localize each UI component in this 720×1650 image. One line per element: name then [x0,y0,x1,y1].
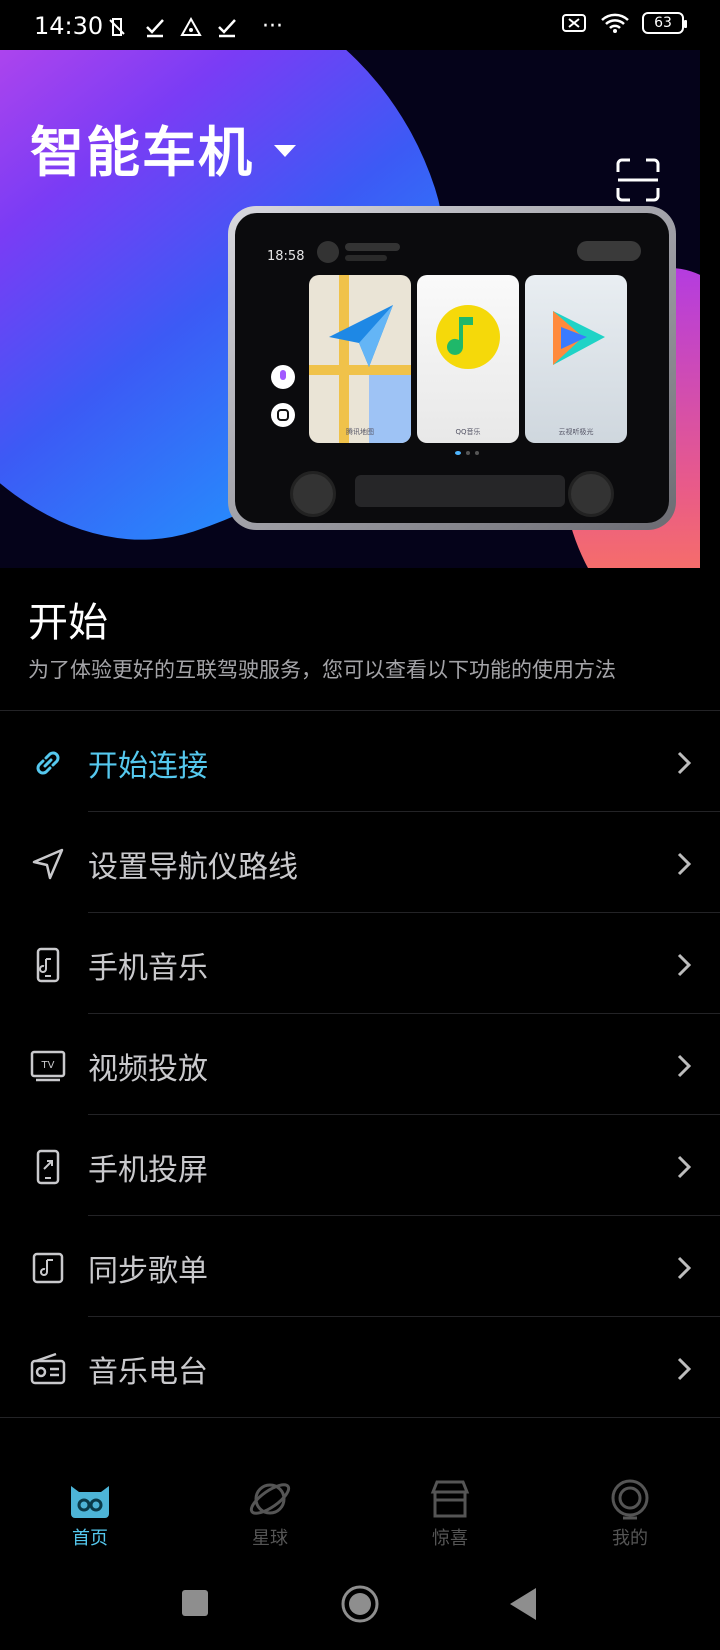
menu-item-sync-playlist[interactable]: 同步歌单 [0,1216,720,1317]
more-notifications-icon: ··· [262,14,283,39]
menu-item-music-radio[interactable]: 音乐电台 [0,1317,720,1418]
tab-planet[interactable]: 星球 [200,1464,340,1550]
page-title: 智能车机 [30,121,254,184]
battery-icon: 63 [642,12,687,34]
tv-icon: TV [30,1050,66,1082]
climate-knob-right [568,471,614,517]
system-navigation-bar [0,1570,720,1650]
menu-item-label: 同步歌单 [88,1254,208,1289]
warning-triangle-icon [180,16,202,36]
check-icon [218,18,236,37]
radio-icon [30,1352,66,1385]
menu-item-label: 视频投放 [88,1052,208,1087]
menu-item-label: 开始连接 [88,749,208,784]
app-label: 云视听极光 [558,428,594,436]
tab-surprise[interactable]: 惊喜 [380,1464,520,1550]
menu-item-phone-music[interactable]: 手机音乐 [0,913,720,1014]
phone-music-icon [36,947,60,983]
chevron-right-icon [677,1357,692,1381]
home-square-icon [271,403,295,427]
chevron-right-icon [677,751,692,775]
profile-icon [611,1479,649,1520]
tab-home[interactable]: 首页 [20,1464,160,1550]
wifi-icon [601,13,629,33]
navigation-arrow-icon [32,848,64,880]
svg-text:TV: TV [41,1060,55,1071]
tab-label: 惊喜 [432,1528,468,1549]
app-card-map: 腾讯地图 [309,275,411,443]
car-display-time: 18:58 [267,249,305,264]
chevron-right-icon [677,953,692,977]
tab-label: 星球 [252,1528,288,1549]
chevron-right-icon [677,852,692,876]
app-card-video: 云视听极光 [525,275,627,443]
vibrate-off-icon [109,17,125,36]
tab-profile[interactable]: 我的 [560,1464,700,1550]
check-icon [146,18,164,37]
menu-item-video-cast[interactable]: TV 视频投放 [0,1014,720,1115]
home-face-icon [71,1486,109,1518]
planet-icon [249,1483,291,1515]
app-card-music: QQ音乐 [417,275,519,443]
car-display-illustration: 18:58 腾讯地图 QQ音乐 云视听极光 [228,206,676,530]
menu-item-navigation-route[interactable]: 设置导航仪路线 [0,812,720,913]
feature-list: 开始连接 设置导航仪路线 手机音乐 TV 视频投放 手机投屏 同步歌单 音乐电台 [0,711,720,1418]
sim-off-icon [562,14,586,32]
dropdown-arrow-icon [274,144,296,157]
menu-item-label: 手机投屏 [88,1153,208,1188]
menu-item-start-connection[interactable]: 开始连接 [0,711,720,812]
app-label: 腾讯地图 [346,428,374,436]
voice-mic-icon [271,365,295,389]
section-description: 为了体验更好的互联驾驶服务，您可以查看以下功能的使用方法 [28,658,616,682]
car-display-dock [355,475,565,507]
tab-label: 我的 [612,1528,648,1549]
store-icon [430,1480,470,1518]
chevron-right-icon [677,1256,692,1280]
section-title: 开始 [28,600,108,646]
chevron-right-icon [677,1054,692,1078]
menu-item-screen-mirror[interactable]: 手机投屏 [0,1115,720,1216]
car-display-screen: 18:58 腾讯地图 QQ音乐 云视听极光 [235,213,669,523]
phone-cast-icon [36,1149,60,1185]
device-selector[interactable]: 智能车机 [30,108,296,187]
playlist-icon [32,1252,64,1284]
climate-knob-left [290,471,336,517]
car-display-avatar [317,241,339,263]
menu-item-label: 设置导航仪路线 [88,850,298,885]
recents-button[interactable] [180,1588,210,1618]
menu-item-label: 音乐电台 [88,1355,208,1390]
bottom-navigation: 首页 星球 惊喜 我的 [0,1464,720,1564]
link-icon [36,751,60,775]
chevron-right-icon [677,1155,692,1179]
status-bar: 14:30 ··· 63 [0,0,720,50]
tab-label: 首页 [72,1528,108,1549]
menu-item-label: 手机音乐 [88,951,208,986]
app-label: QQ音乐 [455,428,481,436]
back-button[interactable] [508,1586,538,1622]
page-indicator [455,451,479,455]
home-button[interactable] [340,1584,380,1624]
scan-icon[interactable] [616,158,660,202]
status-time: 14:30 [34,12,104,40]
